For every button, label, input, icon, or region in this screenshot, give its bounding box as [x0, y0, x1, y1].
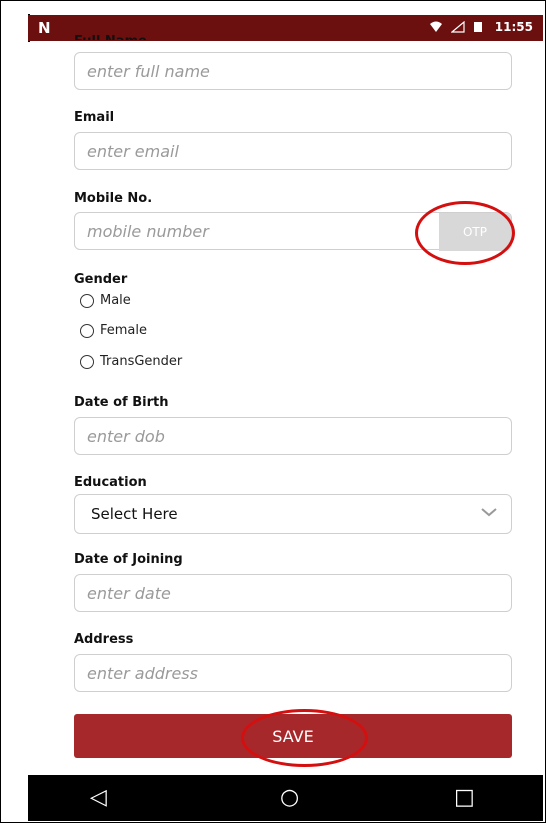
education-label: Education — [74, 475, 147, 490]
education-selected-value: Select Here — [91, 505, 178, 523]
back-icon[interactable]: ◁ — [90, 785, 107, 810]
status-icons: 11:55 — [429, 20, 533, 34]
gender-option-transgender[interactable]: TransGender — [80, 354, 182, 369]
otp-highlight-ring — [415, 201, 515, 265]
registration-form: Full Name enter full name Email enter em… — [28, 34, 543, 775]
dob-placeholder: enter dob — [87, 427, 165, 446]
email-placeholder: enter email — [87, 142, 179, 161]
mobile-placeholder: mobile number — [87, 222, 209, 241]
dob-label: Date of Birth — [74, 395, 169, 410]
radio-icon[interactable] — [80, 323, 94, 338]
radio-icon[interactable] — [80, 354, 94, 369]
gender-option-male[interactable]: Male — [80, 293, 131, 308]
radio-label: TransGender — [100, 354, 183, 369]
email-field[interactable]: enter email — [74, 132, 512, 170]
email-label: Email — [74, 110, 115, 125]
recents-icon[interactable]: □ — [454, 785, 475, 810]
dob-field[interactable]: enter dob — [74, 417, 512, 455]
full-name-placeholder: enter full name — [87, 62, 210, 81]
doj-placeholder: enter date — [87, 584, 171, 603]
doj-label: Date of Joining — [74, 552, 183, 567]
android-nav-bar: ◁ ○ □ — [28, 775, 543, 821]
education-select[interactable]: Select Here — [74, 494, 512, 534]
wifi-icon — [429, 21, 443, 33]
home-icon[interactable]: ○ — [280, 785, 299, 810]
radio-label: Female — [100, 323, 148, 338]
address-field[interactable]: enter address — [74, 654, 512, 692]
full-name-field[interactable]: enter full name — [74, 52, 512, 90]
gender-option-female[interactable]: Female — [80, 323, 147, 338]
address-placeholder: enter address — [87, 664, 198, 683]
mobile-label: Mobile No. — [74, 191, 153, 206]
signal-icon — [450, 20, 465, 33]
doj-field[interactable]: enter date — [74, 574, 512, 612]
full-name-label: Full Name — [74, 34, 147, 40]
save-highlight-ring — [241, 709, 368, 767]
notification-icon: N — [38, 19, 51, 37]
radio-label: Male — [100, 293, 131, 308]
status-time: 11:55 — [494, 20, 533, 34]
address-label: Address — [74, 632, 134, 647]
radio-icon[interactable] — [80, 293, 94, 308]
chevron-down-icon — [481, 505, 497, 521]
battery-icon — [473, 21, 487, 33]
gender-label: Gender — [74, 272, 128, 287]
